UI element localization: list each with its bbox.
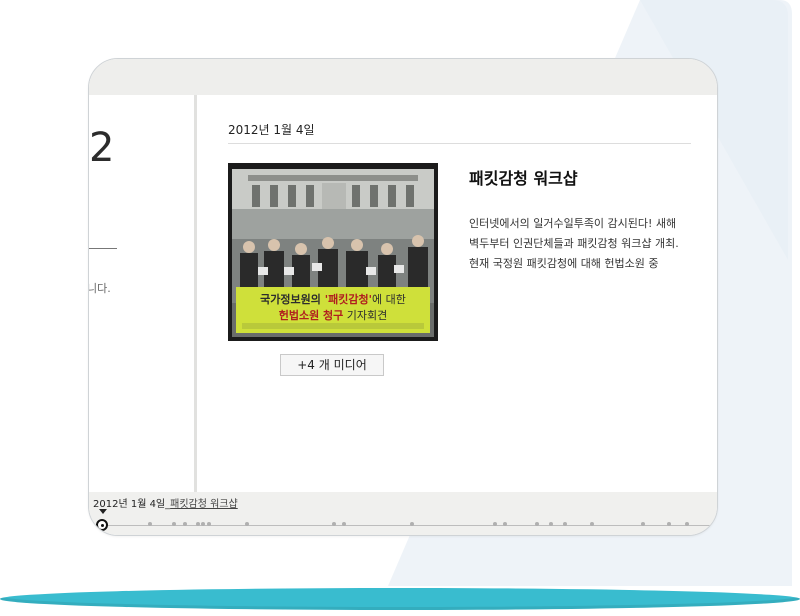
timeline-event-dot[interactable] <box>201 522 205 526</box>
timeline-event-dot[interactable] <box>207 522 211 526</box>
viewer-header <box>89 59 717 95</box>
previous-slide-number: 2 <box>89 125 115 171</box>
timeline-current-link[interactable]: 패킷감청 워크샵 <box>170 499 238 510</box>
slide-divider <box>194 95 197 492</box>
timeline-event-dot[interactable] <box>493 522 497 526</box>
date-rule <box>228 143 691 144</box>
press-conference-photo[interactable]: 국가정보원의 '패킷감청'에 대한 헌법소원 청구 기자회견 <box>228 163 438 341</box>
timeline-current-dot[interactable] <box>96 519 108 531</box>
timeline-event-dot[interactable] <box>535 522 539 526</box>
timeline-marker-icon <box>99 509 107 514</box>
timeline-event-dot[interactable] <box>563 522 567 526</box>
timeline-event-dot[interactable] <box>641 522 645 526</box>
previous-slide-rule <box>89 248 117 249</box>
banner-line-2: 헌법소원 청구 기자회견 <box>279 308 388 322</box>
timeline-event-dot[interactable] <box>342 522 346 526</box>
more-media-button[interactable]: +4 개 미디어 <box>280 354 384 376</box>
previous-slide-text: 니다. <box>88 282 111 295</box>
bottom-accent-bar <box>0 588 800 610</box>
event-title: 패킷감청 워크샵 <box>469 169 578 188</box>
banner-line-1: 국가정보원의 '패킷감청'에 대한 <box>260 292 406 306</box>
event-description: 인터넷에서의 일거수일투족이 감시된다! 새해 벽두부터 인권단체들과 패킷감청… <box>469 217 679 270</box>
timeline-event-dot[interactable] <box>196 522 200 526</box>
timeline-event-dot[interactable] <box>172 522 176 526</box>
timeline-event-dot[interactable] <box>503 522 507 526</box>
timeline-event-dot[interactable] <box>148 522 152 526</box>
timeline-event-dot[interactable] <box>667 522 671 526</box>
timeline-event-dot[interactable] <box>183 522 187 526</box>
timeline-current-label[interactable]: 2012년 1월 4일_패킷감청 워크샵 <box>93 495 238 510</box>
timeline-event-dot[interactable] <box>332 522 336 526</box>
press-conference-photo-image: 국가정보원의 '패킷감청'에 대한 헌법소원 청구 기자회견 <box>228 163 438 341</box>
timeline-event-dot[interactable] <box>590 522 594 526</box>
timeline-viewer: 2 니다. 2012년 1월 4일 국가정보원의 '패킷감청'에 대한 헌법소원… <box>88 58 718 536</box>
slide-date: 2012년 1월 4일 <box>228 123 315 137</box>
timeline-event-dot[interactable] <box>245 522 249 526</box>
timeline-event-dot[interactable] <box>549 522 553 526</box>
timeline-event-dot[interactable] <box>685 522 689 526</box>
timeline-event-dot[interactable] <box>410 522 414 526</box>
